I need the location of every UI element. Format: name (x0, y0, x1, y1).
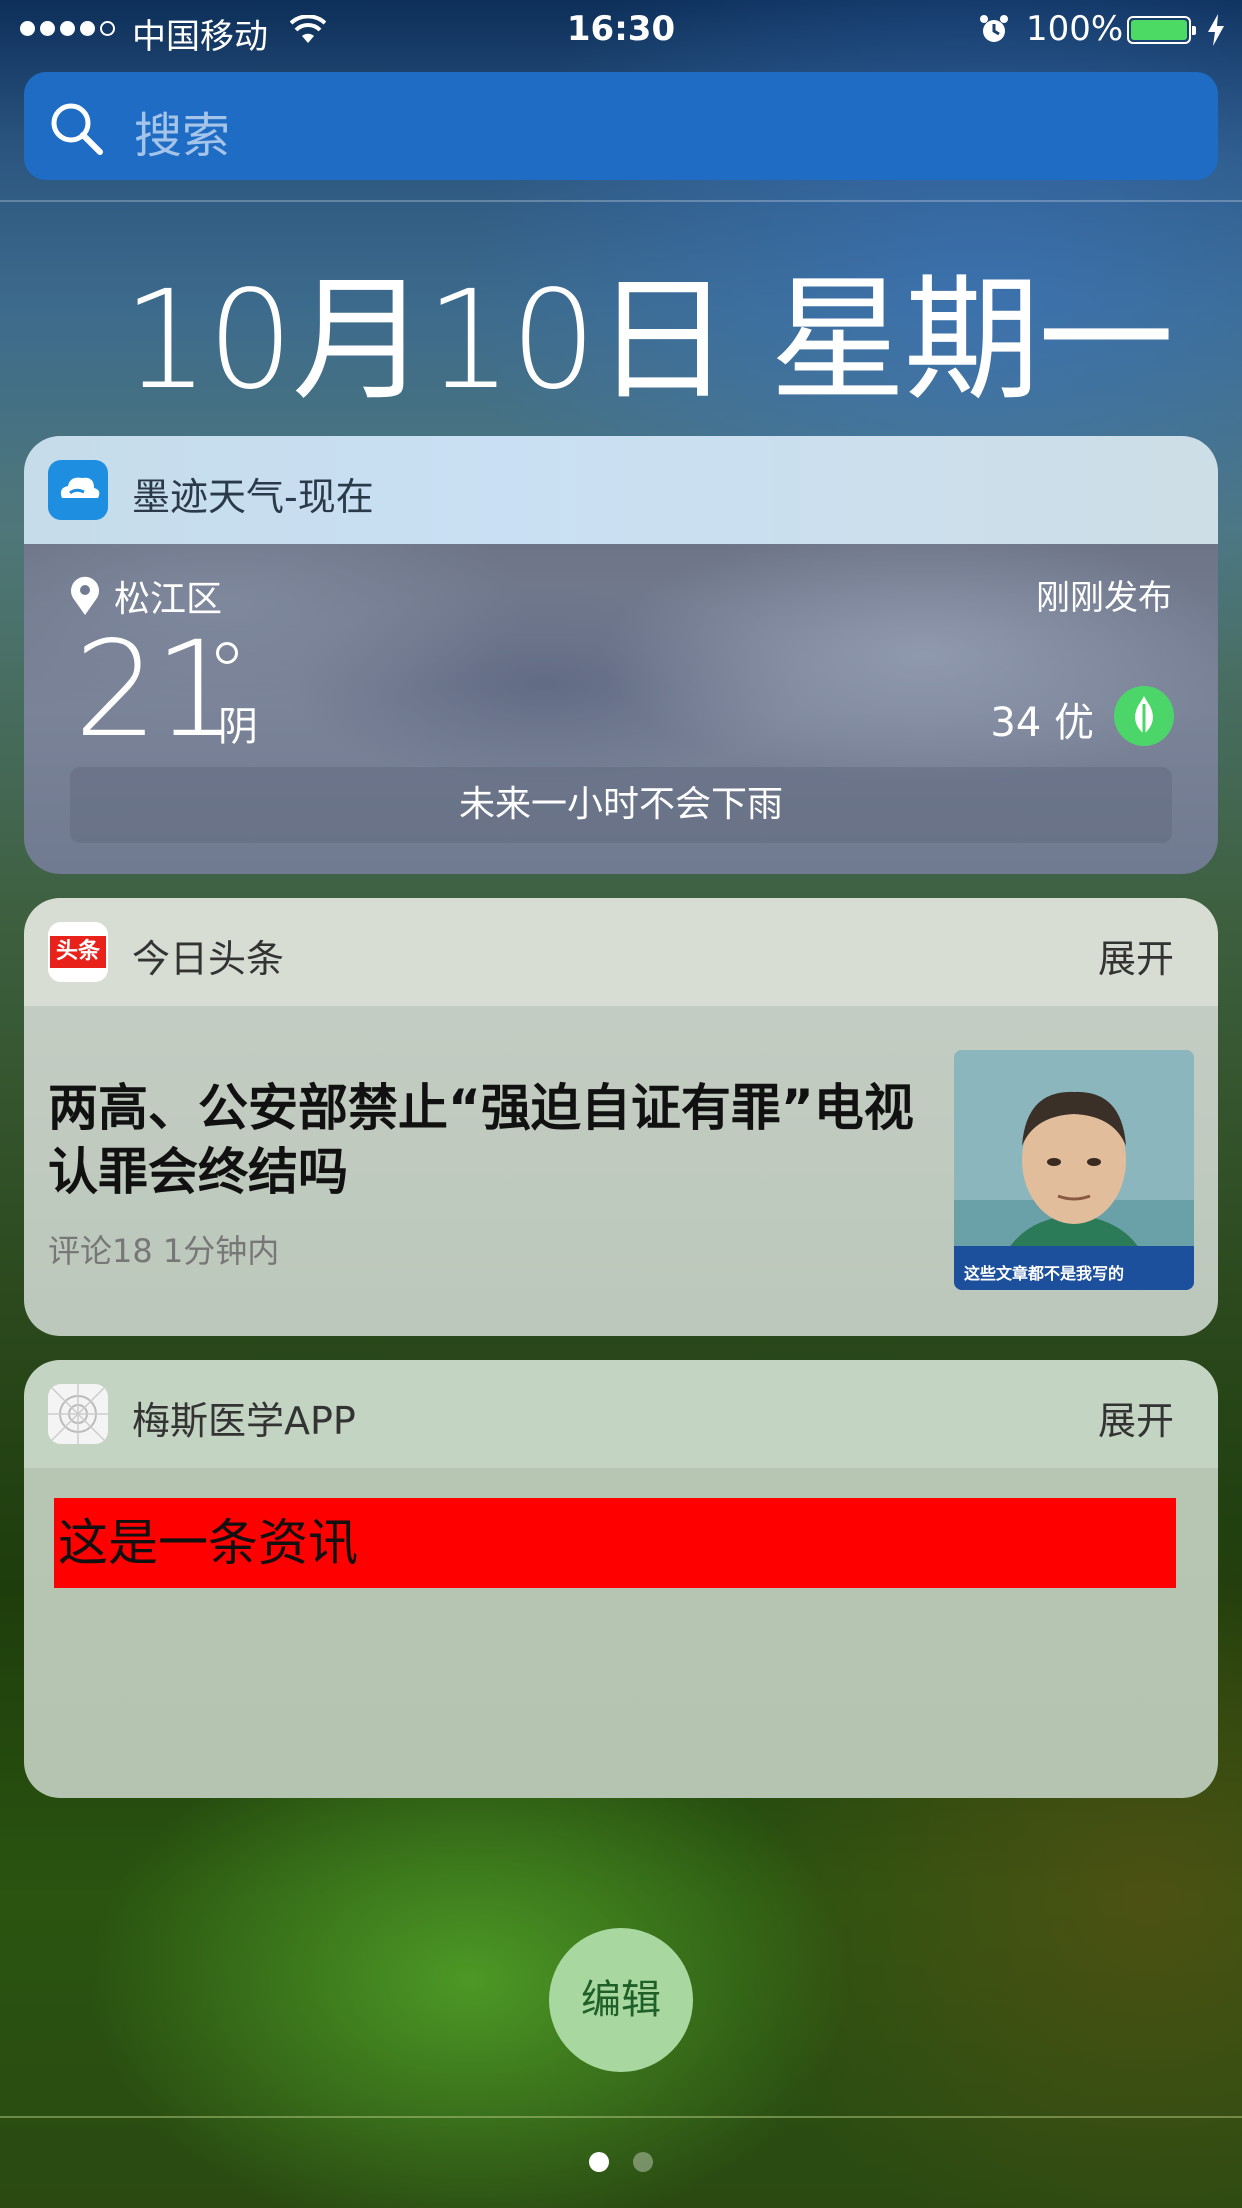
weather-widget-header: 墨迹天气-现在 (24, 436, 1218, 544)
divider (0, 2116, 1242, 2118)
moji-weather-app-icon (48, 460, 108, 520)
weather-temperature: 21 (74, 613, 238, 767)
news-expand-button[interactable]: 展开 (1098, 928, 1174, 983)
news-thumbnail[interactable]: 这些文章都不是我写的 (954, 1050, 1194, 1290)
news-widget-header: 头条 今日头条 展开 (24, 898, 1218, 1006)
medsci-app-icon (48, 1384, 108, 1444)
divider (0, 200, 1242, 202)
weather-published-time: 刚刚发布 (1036, 578, 1172, 618)
toutiao-news-widget[interactable]: 头条 今日头条 展开 两高、公安部禁止“强迫自证有罪”电视认罪会终结吗 评论18… (24, 898, 1218, 1336)
medsci-widget-title: 梅斯医学APP (132, 1399, 356, 1443)
news-item[interactable]: 两高、公安部禁止“强迫自证有罪”电视认罪会终结吗 评论18 1分钟内 这些文章都… (24, 1006, 1218, 1336)
battery-icon (1127, 16, 1196, 44)
news-headline[interactable]: 两高、公安部禁止“强迫自证有罪”电视认罪会终结吗 (48, 1076, 948, 1204)
battery-percentage: 100% (1026, 9, 1124, 49)
search-input[interactable]: 搜索 (24, 72, 1218, 180)
news-widget-title: 今日头条 (132, 937, 285, 981)
status-bar: 中国移动 16:30 100% (0, 0, 1242, 62)
news-meta: 评论18 1分钟内 (48, 1232, 280, 1270)
page-indicator[interactable] (0, 2152, 1242, 2172)
search-icon (46, 98, 106, 162)
medsci-widget-body: 这是一条资讯 (24, 1468, 1218, 1798)
medsci-widget[interactable]: 梅斯医学APP 展开 这是一条资讯 (24, 1360, 1218, 1798)
weather-widget-title: 墨迹天气-现在 (132, 475, 374, 519)
page-dot-active[interactable] (589, 2152, 609, 2172)
weather-condition: 阴 (218, 704, 258, 750)
medsci-news-banner[interactable]: 这是一条资讯 (54, 1498, 1176, 1588)
air-quality-index: 34 优 (990, 700, 1094, 746)
search-placeholder: 搜索 (134, 108, 231, 164)
bolt-icon (1206, 14, 1226, 55)
medsci-expand-button[interactable]: 展开 (1098, 1390, 1174, 1445)
weather-widget[interactable]: 墨迹天气-现在 松江区 刚刚发布 21 阴 34 优 未来一小时不会下雨 (24, 436, 1218, 874)
leaf-icon (1114, 686, 1174, 746)
rain-forecast: 未来一小时不会下雨 (70, 767, 1172, 843)
edit-button[interactable]: 编辑 (549, 1928, 693, 2072)
alarm-clock-icon (978, 14, 1010, 55)
page-dot[interactable] (633, 2152, 653, 2172)
toutiao-app-icon: 头条 (48, 922, 108, 982)
weather-widget-body: 松江区 刚刚发布 21 阴 34 优 未来一小时不会下雨 (24, 544, 1218, 874)
degree-symbol (216, 642, 238, 664)
toutiao-icon-text: 头条 (55, 939, 100, 964)
medsci-widget-header: 梅斯医学APP 展开 (24, 1360, 1218, 1468)
date-heading: 10月10日 星期一 (122, 262, 1174, 420)
thumbnail-caption: 这些文章都不是我写的 (964, 1264, 1125, 1283)
